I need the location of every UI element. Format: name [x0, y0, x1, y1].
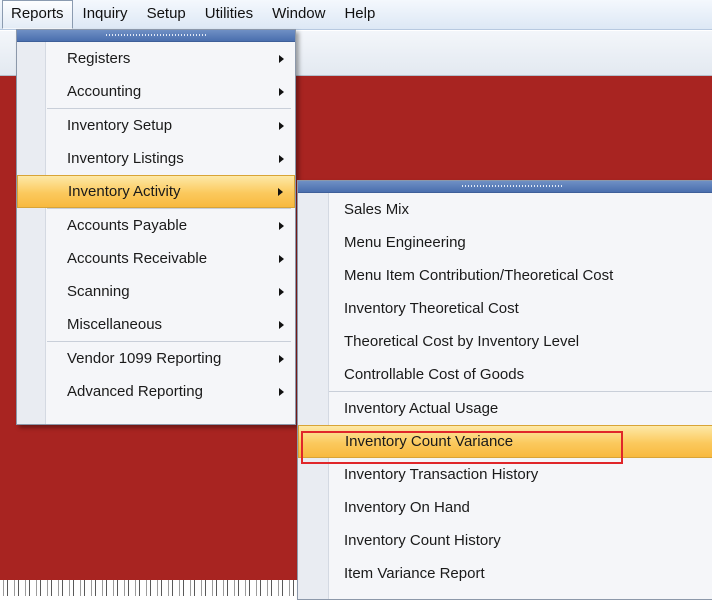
menu-item-item-variance-report[interactable]: Item Variance Report — [298, 557, 712, 590]
menu-item-inventory-theoretical-cost[interactable]: Inventory Theoretical Cost — [298, 292, 712, 325]
menu-item-inventory-on-hand[interactable]: Inventory On Hand — [298, 491, 712, 524]
menu-help[interactable]: Help — [335, 0, 384, 29]
menu-item-inventory-setup[interactable]: Inventory Setup — [17, 109, 295, 142]
menu-item-inventory-actual-usage[interactable]: Inventory Actual Usage — [298, 392, 712, 425]
menu-tearoff-grip[interactable] — [17, 30, 295, 42]
menu-item-registers[interactable]: Registers — [17, 42, 295, 75]
menu-item-inventory-listings[interactable]: Inventory Listings — [17, 142, 295, 175]
submenu-arrow-icon — [279, 121, 284, 130]
reports-dropdown: Registers Accounting Inventory Setup Inv… — [16, 29, 296, 425]
menu-tearoff-grip[interactable] — [298, 181, 712, 193]
menu-item-accounts-receivable[interactable]: Accounts Receivable — [17, 242, 295, 275]
menu-item-accounting[interactable]: Accounting — [17, 75, 295, 108]
menu-item-controllable-cost-of-goods[interactable]: Controllable Cost of Goods — [298, 358, 712, 391]
submenu-arrow-icon — [279, 287, 284, 296]
menu-reports[interactable]: Reports — [2, 0, 73, 29]
menu-item-inventory-activity[interactable]: Inventory Activity — [17, 175, 295, 208]
menu-item-vendor-1099-reporting[interactable]: Vendor 1099 Reporting — [17, 342, 295, 375]
menu-window[interactable]: Window — [263, 0, 334, 29]
submenu-arrow-icon — [279, 387, 284, 396]
submenu-arrow-icon — [278, 187, 283, 196]
menu-inquiry[interactable]: Inquiry — [74, 0, 137, 29]
submenu-arrow-icon — [279, 254, 284, 263]
menu-item-advanced-reporting[interactable]: Advanced Reporting — [17, 375, 295, 408]
menu-item-menu-engineering[interactable]: Menu Engineering — [298, 226, 712, 259]
submenu-arrow-icon — [279, 320, 284, 329]
menu-item-inventory-count-variance[interactable]: Inventory Count Variance — [298, 425, 712, 458]
menu-item-theoretical-cost-by-level[interactable]: Theoretical Cost by Inventory Level — [298, 325, 712, 358]
submenu-arrow-icon — [279, 221, 284, 230]
menu-item-scanning[interactable]: Scanning — [17, 275, 295, 308]
menu-setup[interactable]: Setup — [138, 0, 195, 29]
submenu-arrow-icon — [279, 54, 284, 63]
menu-item-miscellaneous[interactable]: Miscellaneous — [17, 308, 295, 341]
submenu-arrow-icon — [279, 154, 284, 163]
menu-utilities[interactable]: Utilities — [196, 0, 262, 29]
submenu-arrow-icon — [279, 87, 284, 96]
menu-bar: Reports Inquiry Setup Utilities Window H… — [0, 0, 712, 30]
menu-item-accounts-payable[interactable]: Accounts Payable — [17, 209, 295, 242]
menu-item-inventory-count-history[interactable]: Inventory Count History — [298, 524, 712, 557]
submenu-arrow-icon — [279, 354, 284, 363]
menu-item-sales-mix[interactable]: Sales Mix — [298, 193, 712, 226]
menu-item-menu-item-contribution[interactable]: Menu Item Contribution/Theoretical Cost — [298, 259, 712, 292]
inventory-activity-submenu: Sales Mix Menu Engineering Menu Item Con… — [297, 180, 712, 600]
menu-item-inventory-transaction-history[interactable]: Inventory Transaction History — [298, 458, 712, 491]
